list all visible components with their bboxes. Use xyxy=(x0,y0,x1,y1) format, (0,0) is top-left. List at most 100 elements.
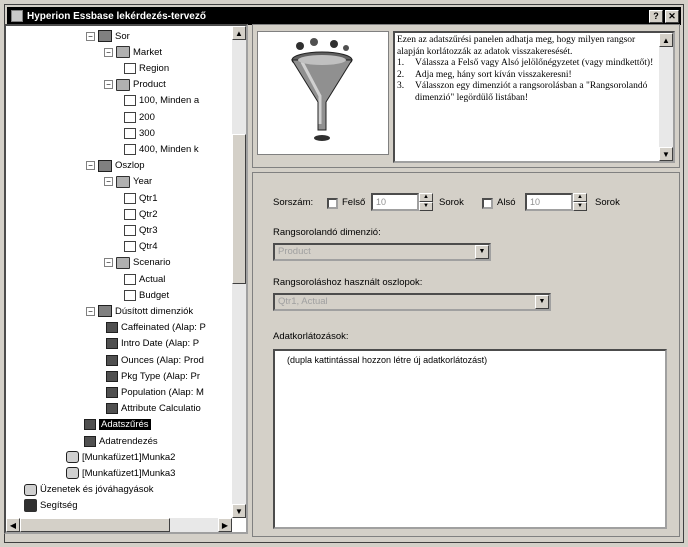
member-icon xyxy=(124,224,136,236)
scroll-left-icon[interactable]: ◀ xyxy=(6,518,20,532)
tree-item-label: [Munkafüzet1]Munka2 xyxy=(82,451,176,463)
tree-item[interactable]: Population (Alap: M xyxy=(106,384,204,400)
spin-down-icon[interactable]: ▼ xyxy=(419,202,433,211)
collapse-toggle-icon[interactable]: − xyxy=(86,161,95,171)
sorszam-label: Sorszám: xyxy=(273,197,314,208)
tree-item-label: 400, Minden k xyxy=(139,143,199,155)
funnel-illustration xyxy=(257,31,389,155)
collapse-toggle-icon[interactable]: − xyxy=(104,80,113,90)
tree-item[interactable]: Actual xyxy=(124,271,165,287)
tree-item[interactable]: Pkg Type (Alap: Pr xyxy=(106,368,200,384)
data-filters-list[interactable]: (dupla kattintással hozzon létre új adat… xyxy=(273,349,667,529)
tree-item[interactable]: 100, Minden a xyxy=(124,93,199,109)
chevron-down-icon[interactable]: ▼ xyxy=(535,295,549,309)
tree-item-label: Sor xyxy=(115,30,130,42)
sort-icon xyxy=(84,435,96,447)
tree-item[interactable]: − Sor xyxy=(86,28,130,44)
bottom-count-input[interactable]: 10 xyxy=(525,193,573,211)
top-checkbox[interactable] xyxy=(327,198,338,209)
tree-item-label: Adatszűrés xyxy=(99,419,151,431)
tree-item-label: Caffeinated (Alap: P xyxy=(121,322,206,334)
tree-item-label: Qtr1 xyxy=(139,192,158,204)
tree-item[interactable]: − Dúsított dimenziók xyxy=(86,303,193,319)
tree-item[interactable]: 400, Minden k xyxy=(124,141,199,157)
member-icon xyxy=(124,273,136,285)
tree-item[interactable]: Qtr3 xyxy=(124,222,157,238)
bottom-rows-label: Sorok xyxy=(595,197,620,208)
chevron-down-icon[interactable]: ▼ xyxy=(475,245,489,259)
tree-item[interactable]: [Munkafüzet1]Munka2 xyxy=(66,449,175,465)
help-step: 1. Válassza a Felső vagy Alsó jelölőnégyz… xyxy=(397,58,659,70)
tree-item-label: Intro Date (Alap: P xyxy=(121,338,200,350)
spin-up-icon[interactable]: ▲ xyxy=(573,193,587,202)
messages-icon xyxy=(24,483,37,496)
scroll-right-icon[interactable]: ▶ xyxy=(218,518,232,532)
tree-item[interactable]: 200 xyxy=(124,109,155,125)
member-icon xyxy=(124,289,136,301)
tree-item[interactable]: Region xyxy=(124,60,169,76)
tree-item[interactable]: − Product xyxy=(104,77,166,93)
tree-item-label: Dúsított dimenziók xyxy=(115,305,194,317)
collapse-toggle-icon[interactable]: − xyxy=(86,306,95,316)
scroll-up-icon[interactable]: ▲ xyxy=(659,33,673,47)
top-count-input[interactable]: 10 xyxy=(371,193,419,211)
collapse-toggle-icon[interactable]: − xyxy=(104,258,113,268)
tree-item[interactable]: Qtr1 xyxy=(124,190,157,206)
member-icon xyxy=(124,62,136,74)
folder-icon xyxy=(116,46,130,59)
bottom-count-spinner[interactable]: ▲ ▼ xyxy=(573,193,587,211)
collapse-toggle-icon[interactable]: − xyxy=(104,47,113,57)
tree-item[interactable]: Qtr2 xyxy=(124,206,157,222)
tree-scroll-thumb[interactable] xyxy=(232,134,246,284)
cube-icon xyxy=(98,159,112,172)
query-tree[interactable]: − Sor − Market Region − Product 100, Minden a 20… xyxy=(4,24,248,534)
tree-item[interactable]: Üzenetek és jóváhagyások xyxy=(24,482,154,498)
rank-dimension-value: Product xyxy=(278,246,311,257)
scroll-down-icon[interactable]: ▼ xyxy=(232,504,246,518)
tree-item[interactable]: Qtr4 xyxy=(124,239,157,255)
help-button[interactable]: ? xyxy=(649,9,663,23)
spin-down-icon[interactable]: ▼ xyxy=(573,202,587,211)
help-step-text: Válassza a Felső vagy Alsó jelölőnégyzet… xyxy=(415,58,654,68)
tree-hscroll-thumb[interactable] xyxy=(20,518,170,532)
folder-icon xyxy=(116,256,130,269)
top-count-spinner[interactable]: ▲ ▼ xyxy=(419,193,433,211)
folder-icon xyxy=(116,175,130,188)
tree-item[interactable]: − Market xyxy=(104,44,162,60)
data-filters-label: Adatkorlátozások: xyxy=(273,331,349,342)
tree-item[interactable]: Budget xyxy=(124,287,169,303)
scroll-down-icon[interactable]: ▼ xyxy=(659,147,673,161)
tree-item-label: Üzenetek és jóváhagyások xyxy=(40,484,154,496)
tree-item[interactable]: 300 xyxy=(124,125,155,141)
collapse-toggle-icon[interactable]: − xyxy=(86,31,95,41)
funnel-icon xyxy=(291,38,353,141)
bottom-checkbox[interactable] xyxy=(482,198,493,209)
tree-item[interactable]: Adatrendezés xyxy=(84,433,158,449)
cube-icon xyxy=(98,30,112,42)
tree-item[interactable]: Ounces (Alap: Prod xyxy=(106,352,204,368)
tree-item[interactable]: Intro Date (Alap: P xyxy=(106,336,199,352)
close-button[interactable]: ✕ xyxy=(665,9,679,23)
tree-item[interactable]: − Scenario xyxy=(104,255,171,271)
help-text-scrollbar[interactable]: ▲ ▼ xyxy=(659,33,673,161)
attribute-icon xyxy=(106,386,118,398)
spin-up-icon[interactable]: ▲ xyxy=(419,193,433,202)
tree-item[interactable]: [Munkafüzet1]Munka3 xyxy=(66,465,175,481)
title-bar: Hyperion Essbase lekérdezés-tervező ? ✕ xyxy=(7,7,681,25)
collapse-toggle-icon[interactable]: − xyxy=(104,177,113,187)
tree-vertical-scrollbar[interactable]: ▲ ▼ xyxy=(232,26,246,518)
tree-item[interactable]: − Oszlop xyxy=(86,158,145,174)
member-icon xyxy=(124,111,136,123)
tree-item-label: Population (Alap: M xyxy=(121,386,204,398)
scroll-up-icon[interactable]: ▲ xyxy=(232,26,246,40)
tree-item[interactable]: Adatszűrés xyxy=(84,417,151,433)
rank-dimension-select[interactable]: Product ▼ xyxy=(273,243,491,261)
help-text-box[interactable]: Ezen az adatszűrési panelen adhatja meg,… xyxy=(393,31,675,163)
tree-item[interactable]: Attribute Calculatio xyxy=(106,401,201,417)
member-icon xyxy=(124,95,136,107)
tree-item[interactable]: Caffeinated (Alap: P xyxy=(106,320,206,336)
tree-horizontal-scrollbar[interactable]: ◀ ▶ xyxy=(6,518,232,532)
tree-item[interactable]: − Year xyxy=(104,174,152,190)
rank-columns-select[interactable]: Qtr1, Actual ▼ xyxy=(273,293,551,311)
tree-item[interactable]: Segítség xyxy=(24,498,78,514)
